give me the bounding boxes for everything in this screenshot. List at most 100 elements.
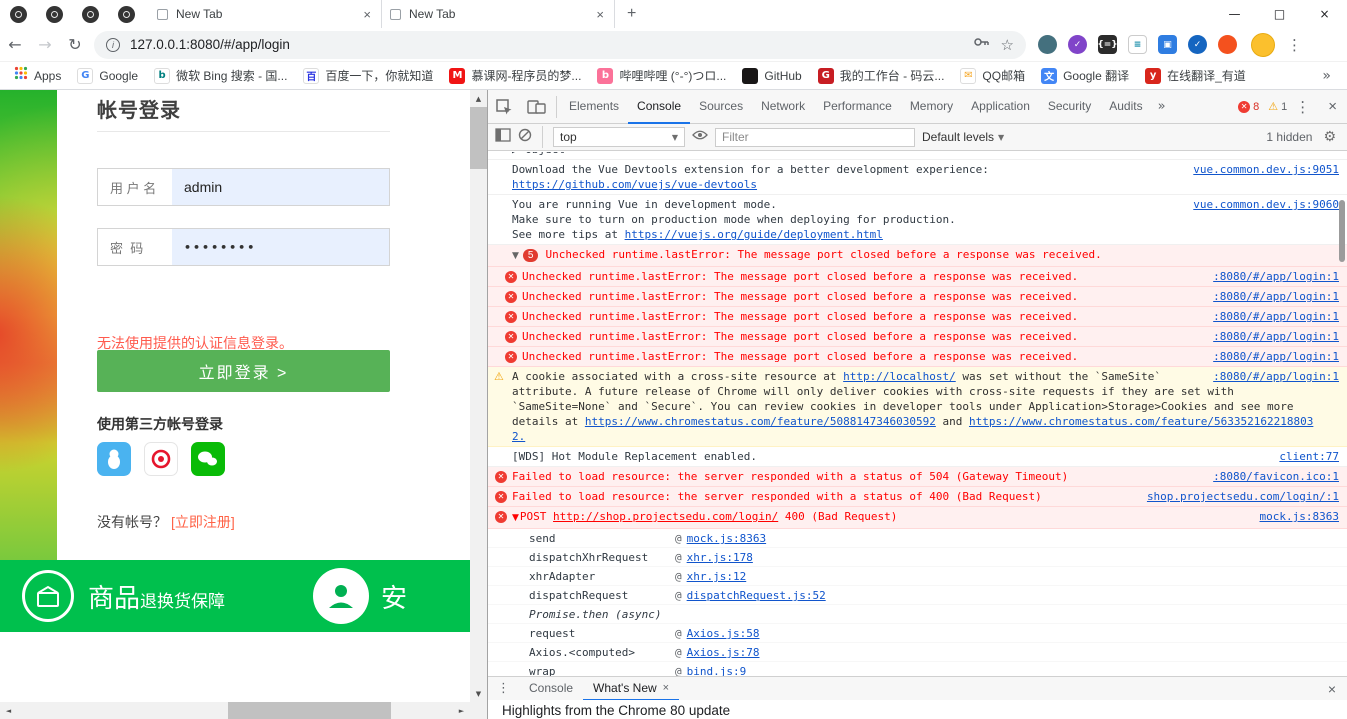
forward-icon[interactable]: → [30, 35, 60, 54]
bookmark-item[interactable]: 文 Google 翻译 [1033, 64, 1137, 88]
drawer-tab-whats-new[interactable]: What's New × [583, 677, 680, 701]
drawer-menu-icon[interactable]: ⋮ [488, 681, 519, 696]
url-text[interactable]: 127.0.0.1:8080/#/app/login [130, 37, 973, 52]
log-levels-dropdown[interactable]: Default levels ▼ [922, 130, 1004, 144]
page-horizontal-scrollbar[interactable]: ◄ ► [0, 702, 470, 719]
message-link[interactable]: https://www.chromestatus.com/feature/563… [969, 415, 1313, 428]
devtools-tab-elements[interactable]: Elements [560, 90, 628, 124]
weibo-icon[interactable] [144, 442, 178, 476]
stack-source-link[interactable]: Axios.js:58 [687, 627, 760, 640]
context-selector[interactable]: top ▼ [553, 127, 685, 147]
username-field[interactable]: 用 户 名 admin [97, 168, 390, 206]
scroll-down-icon[interactable]: ▼ [470, 685, 487, 702]
stack-source-link[interactable]: xhr.js:178 [687, 551, 753, 564]
more-tabs-icon[interactable]: » [1152, 99, 1172, 114]
extension-orange-dot-icon[interactable] [1218, 35, 1237, 54]
console-scrollbar-thumb[interactable] [1339, 200, 1345, 262]
site-info-icon[interactable]: i [106, 37, 120, 52]
devtools-tab-security[interactable]: Security [1039, 90, 1100, 124]
password-field[interactable]: 密 码 •••••••• [97, 228, 390, 266]
bookmarks-overflow-icon[interactable]: » [1312, 68, 1341, 84]
message-link[interactable]: https://github.com/vuejs/vue-devtools [512, 178, 757, 191]
drawer-close-icon[interactable]: × [1317, 681, 1347, 697]
inspect-element-icon[interactable] [488, 98, 520, 116]
browser-tab-1[interactable]: New Tab × [149, 0, 382, 28]
source-location-link[interactable]: client:77 [1279, 449, 1339, 464]
register-link[interactable]: [立即注册] [171, 514, 235, 530]
extension-braces-icon[interactable]: {=} [1097, 35, 1118, 54]
bookmark-item[interactable]: G Google [69, 64, 146, 88]
extension-globe-icon[interactable] [1038, 35, 1057, 54]
bookmark-item[interactable]: G 我的工作台 - 码云... [810, 64, 953, 88]
message-link[interactable]: http://shop.projectsedu.com/login/ [553, 510, 778, 523]
devtools-close-icon[interactable]: × [1318, 98, 1347, 115]
browser-tab-2[interactable]: New Tab × [382, 0, 615, 28]
bookmark-item[interactable]: 百百度一下，你就知道 [295, 64, 441, 88]
extension-shield-check-icon[interactable]: ✓ [1188, 35, 1207, 54]
qq-icon[interactable] [97, 442, 131, 476]
tab-close-icon[interactable]: × [361, 7, 373, 22]
devtools-tab-application[interactable]: Application [962, 90, 1039, 124]
pinned-tab-favicon[interactable] [46, 5, 63, 23]
bookmark-item[interactable]: y 在线翻译_有道 [1137, 64, 1254, 88]
source-location-link[interactable]: vue.common.dev.js:9060 [1193, 197, 1339, 212]
bookmark-item[interactable]: b 哔哩哔哩 (°-°)つロ... [589, 64, 734, 88]
stack-source-link[interactable]: mock.js:8363 [687, 532, 766, 545]
source-location-link[interactable]: :8080/#/app/login:1 [1213, 269, 1339, 284]
source-location-link[interactable]: :8080/#/app/login:1 [1213, 289, 1339, 304]
devtools-tab-sources[interactable]: Sources [690, 90, 752, 124]
console-settings-gear-icon[interactable]: ⚙ [1319, 129, 1340, 145]
key-icon[interactable] [973, 34, 989, 55]
bookmark-item[interactable]: ✉ QQ邮箱 [952, 64, 1033, 88]
message-link[interactable]: https://vuejs.org/guide/deployment.html [625, 228, 883, 241]
extension-blue-square-icon[interactable]: ▣ [1158, 35, 1177, 54]
pinned-tab-favicon[interactable] [118, 5, 135, 23]
login-submit-button[interactable]: 立即登录 > [97, 350, 390, 392]
password-input[interactable]: •••••••• [172, 229, 389, 265]
close-button[interactable]: × [1302, 0, 1347, 28]
live-expression-eye-icon[interactable] [692, 128, 708, 146]
source-location-link[interactable]: :8080/#/app/login:1 [1213, 349, 1339, 364]
stack-source-link[interactable]: bind.js:9 [687, 665, 747, 676]
bookmark-star-icon[interactable]: ☆ [1001, 36, 1014, 54]
error-count-badge[interactable]: ✕ 8 [1238, 100, 1259, 113]
page-vertical-scrollbar[interactable]: ▲ ▼ [470, 90, 487, 719]
extension-list-icon[interactable]: ≡ [1128, 35, 1147, 54]
source-location-link[interactable]: :8080/#/app/login:1 [1213, 309, 1339, 324]
device-toolbar-icon[interactable] [520, 99, 553, 115]
source-location-link[interactable]: :8080/#/app/login:1 [1213, 329, 1339, 344]
devtools-menu-icon[interactable]: ⋮ [1287, 98, 1318, 116]
devtools-tab-performance[interactable]: Performance [814, 90, 901, 124]
message-link[interactable]: https://www.chromestatus.com/feature/508… [585, 415, 936, 428]
back-icon[interactable]: ← [0, 35, 30, 54]
vertical-scrollbar-thumb[interactable] [470, 107, 487, 169]
expand-triangle-icon[interactable]: ▼ [512, 513, 519, 523]
devtools-tab-audits[interactable]: Audits [1100, 90, 1151, 124]
warning-count-badge[interactable]: ⚠ 1 [1268, 100, 1287, 113]
scroll-left-icon[interactable]: ◄ [0, 702, 17, 719]
scroll-right-icon[interactable]: ► [453, 702, 470, 719]
message-link[interactable]: 2. [512, 430, 525, 443]
browser-menu-icon[interactable]: ⋮ [1275, 36, 1314, 54]
pinned-tab-favicon[interactable] [82, 5, 99, 23]
devtools-tab-memory[interactable]: Memory [901, 90, 962, 124]
devtools-tab-network[interactable]: Network [752, 90, 814, 124]
clear-console-icon[interactable] [518, 128, 532, 147]
wechat-icon[interactable] [191, 442, 225, 476]
tab-close-icon[interactable]: × [594, 7, 606, 22]
stack-source-link[interactable]: xhr.js:12 [687, 570, 747, 583]
pinned-tab-favicon[interactable] [10, 5, 27, 23]
source-location-link[interactable]: vue.common.dev.js:9051 [1193, 162, 1339, 177]
console-filter-input[interactable] [715, 127, 915, 147]
new-tab-button[interactable]: + [615, 5, 648, 23]
username-input[interactable]: admin [172, 169, 389, 205]
expand-triangle-icon[interactable]: ▼ [512, 251, 519, 261]
stack-source-link[interactable]: Axios.js:78 [687, 646, 760, 659]
bookmark-item[interactable]: b 微软 Bing 搜索 - 国... [146, 64, 295, 88]
stack-source-link[interactable]: dispatchRequest.js:52 [687, 589, 826, 602]
message-link[interactable]: http://localhost/ [843, 370, 956, 383]
bookmark-item[interactable]: M 慕课网-程序员的梦... [441, 64, 589, 88]
omnibox[interactable]: i 127.0.0.1:8080/#/app/login ☆ [94, 30, 1026, 59]
console-sidebar-icon[interactable] [495, 127, 511, 147]
drawer-tab-console[interactable]: Console [519, 677, 583, 701]
